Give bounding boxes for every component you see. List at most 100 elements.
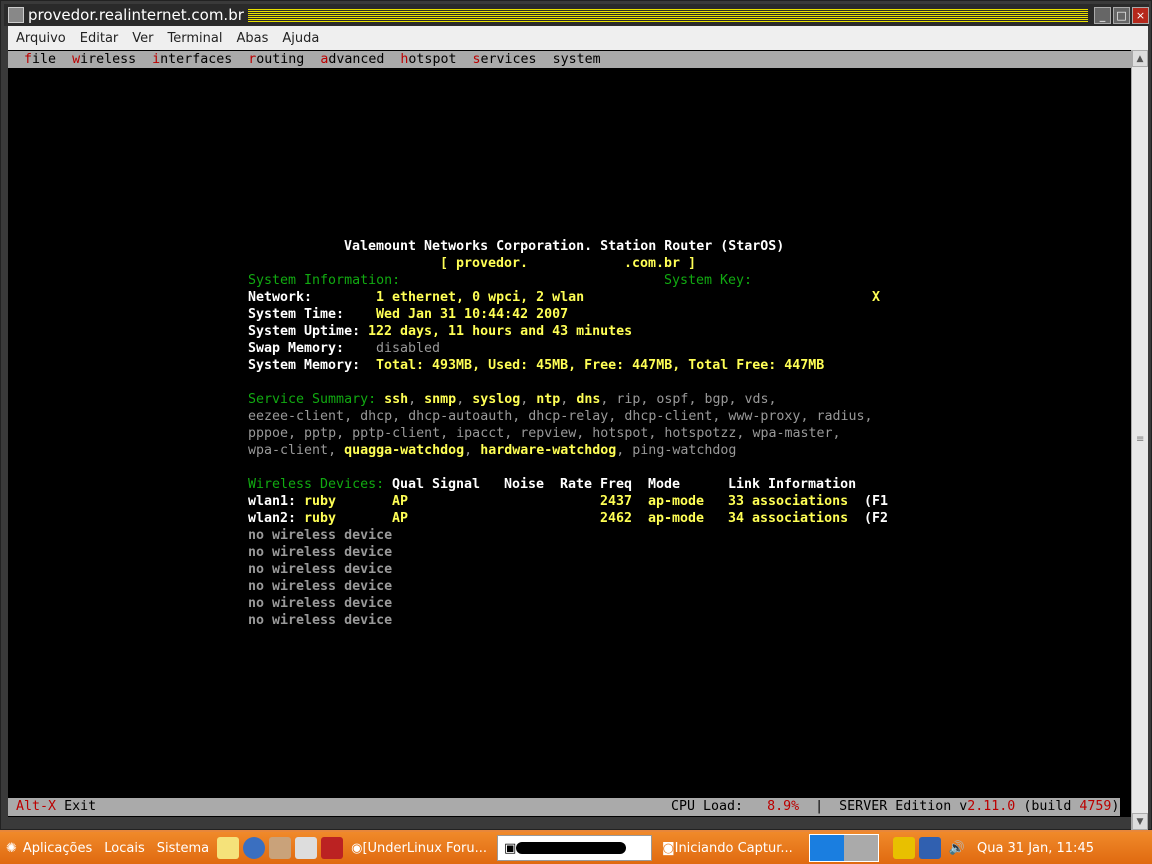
menu-ver[interactable]: Ver bbox=[132, 31, 153, 46]
service-bgp: bgp bbox=[704, 392, 729, 407]
service-rip: rip bbox=[616, 392, 641, 407]
lock-screen-icon[interactable] bbox=[295, 837, 318, 859]
service-wpa-client: wpa-client bbox=[248, 443, 329, 458]
terminal-icon bbox=[8, 7, 24, 23]
terminal-screen[interactable]: file wireless interfaces routing advance… bbox=[8, 50, 1131, 817]
sysinfo-value: Total: 493MB, Used: 45MB, Free: 447MB, T… bbox=[376, 358, 825, 373]
scroll-grip-icon[interactable]: ≡ bbox=[1136, 434, 1144, 445]
scrollbar[interactable]: ▲ ≡ ▼ bbox=[1131, 50, 1148, 830]
service-ssh: ssh bbox=[384, 392, 409, 407]
tmenu-item[interactable]: file bbox=[24, 52, 56, 67]
menu-arquivo[interactable]: Arquivo bbox=[16, 31, 66, 46]
exit-label: Exit bbox=[64, 799, 97, 814]
service-ntp: ntp bbox=[536, 392, 561, 407]
hotkey: sy bbox=[552, 52, 569, 67]
menu-aplicacoes[interactable]: Aplicações bbox=[23, 841, 92, 856]
wireless-col-header: Qual bbox=[392, 477, 425, 492]
status-bar: Alt-X Exit CPU Load: 8.9% | SERVER Editio… bbox=[8, 798, 1120, 816]
volume-icon[interactable]: 🔊 bbox=[949, 841, 965, 856]
workspace-switcher[interactable] bbox=[808, 834, 879, 862]
service-syslog: syslog bbox=[472, 392, 521, 407]
wlan-type: ruby bbox=[304, 494, 337, 509]
tmenu-item[interactable]: hotspot bbox=[400, 52, 456, 67]
sysinfo-key: Network: bbox=[248, 290, 313, 305]
user-icon[interactable] bbox=[892, 837, 915, 859]
hotkey: f bbox=[24, 52, 33, 67]
wlan-freq: 2437 bbox=[600, 494, 633, 509]
menu-terminal[interactable]: Terminal bbox=[168, 31, 223, 46]
logout-icon[interactable] bbox=[321, 837, 344, 859]
tmenu-item[interactable]: routing bbox=[248, 52, 304, 67]
scroll-up-arrow-icon[interactable]: ▲ bbox=[1132, 50, 1148, 67]
host-left: [ provedor. bbox=[440, 256, 529, 271]
service-wpa-master: wpa-master bbox=[752, 426, 833, 441]
menu-ajuda[interactable]: Ajuda bbox=[282, 31, 319, 46]
maximize-button[interactable]: □ bbox=[1113, 6, 1130, 24]
task-underlinux[interactable]: ◉ [UnderLinux Foru... bbox=[345, 835, 493, 861]
wlan-type: ruby bbox=[304, 511, 337, 526]
task-capture[interactable]: ◙ Iniciando Captur... bbox=[656, 835, 799, 861]
host-right: .com.br ] bbox=[624, 256, 697, 271]
firefox-icon[interactable] bbox=[243, 837, 266, 859]
menu-locais[interactable]: Locais bbox=[104, 841, 144, 856]
empty-wireless-slot: no wireless device bbox=[248, 562, 393, 577]
wireless-col-header: Noise bbox=[504, 477, 545, 492]
wlan-name[interactable]: wlan1: bbox=[248, 493, 296, 510]
close-button[interactable]: × bbox=[1132, 6, 1149, 24]
service-dhcp-autoauth: dhcp-autoauth bbox=[408, 409, 513, 424]
workspace-2[interactable] bbox=[843, 835, 878, 861]
folder-icon[interactable] bbox=[217, 837, 240, 859]
wireless-col-header: Freq bbox=[600, 477, 633, 492]
tmenu-label: stem bbox=[568, 52, 601, 67]
wireless-label: Wireless Devices: bbox=[248, 477, 385, 492]
service-pptp-client: pptp-client bbox=[352, 426, 441, 441]
wlan-link: 34 associations bbox=[728, 511, 849, 526]
tmenu-item[interactable]: wireless bbox=[72, 52, 136, 67]
cpu-value: 8.9% bbox=[767, 799, 800, 814]
tmenu-item[interactable]: advanced bbox=[320, 52, 384, 67]
sysinfo-value: disabled bbox=[376, 341, 441, 356]
wireless-col-header: Mode bbox=[648, 477, 681, 492]
staros-menu: file wireless interfaces routing advance… bbox=[8, 51, 1131, 68]
menu-editar[interactable]: Editar bbox=[80, 31, 119, 46]
service-dhcp-client: dhcp-client bbox=[624, 409, 713, 424]
service-pppoe: pppoe bbox=[248, 426, 289, 441]
workspace-1[interactable] bbox=[809, 835, 844, 861]
scroll-down-arrow-icon[interactable]: ▼ bbox=[1132, 813, 1148, 830]
wlan-qual: AP bbox=[392, 494, 409, 509]
redacted-label bbox=[516, 842, 627, 854]
minimize-button[interactable]: _ bbox=[1094, 6, 1111, 24]
exit-key[interactable]: Alt-X bbox=[16, 799, 56, 814]
task-terminal[interactable]: ▣ bbox=[496, 835, 652, 861]
sysinfo-value: 1 ethernet, 0 wpci, 2 wlan bbox=[376, 290, 585, 305]
service-label: Service Summary: bbox=[248, 392, 377, 407]
title-bar[interactable]: provedor.realinternet.com.br _ □ × bbox=[4, 4, 1149, 26]
service-hotspot: hotspot bbox=[592, 426, 649, 441]
separator: | bbox=[815, 799, 824, 814]
header-title: Valemount Networks Corporation. Station … bbox=[344, 239, 785, 254]
hotkey: s bbox=[472, 52, 481, 67]
wireless-col-header: Signal bbox=[432, 477, 481, 492]
service-dhcp-relay: dhcp-relay bbox=[528, 409, 609, 424]
tmenu-item[interactable]: interfaces bbox=[152, 52, 232, 67]
menu-abas[interactable]: Abas bbox=[236, 31, 268, 46]
service-hardware-watchdog: hardware-watchdog bbox=[480, 443, 617, 458]
service-vds: vds bbox=[744, 392, 769, 407]
mail-icon[interactable] bbox=[269, 837, 292, 859]
window-title: provedor.realinternet.com.br bbox=[28, 6, 248, 24]
wlan-extra: (F1 bbox=[864, 494, 889, 509]
menu-bar: Arquivo Editar Ver Terminal Abas Ajuda bbox=[8, 26, 1148, 50]
wlan-extra: (F2 bbox=[864, 511, 889, 526]
wlan-mode: ap-mode bbox=[648, 511, 705, 526]
tmenu-label: nterfaces bbox=[160, 52, 233, 67]
clock[interactable]: Qua 31 Jan, 11:45 bbox=[977, 841, 1094, 856]
service-dhcp: dhcp bbox=[360, 409, 393, 424]
menu-sistema[interactable]: Sistema bbox=[157, 841, 209, 856]
tmenu-item[interactable]: system bbox=[553, 52, 601, 67]
title-stripes bbox=[247, 8, 1088, 22]
wlan-name[interactable]: wlan2: bbox=[248, 510, 296, 527]
hotkey: i bbox=[152, 52, 161, 67]
tmenu-item[interactable]: services bbox=[472, 52, 536, 67]
trash-icon[interactable] bbox=[918, 837, 941, 859]
tmenu-label: otspot bbox=[408, 52, 457, 67]
